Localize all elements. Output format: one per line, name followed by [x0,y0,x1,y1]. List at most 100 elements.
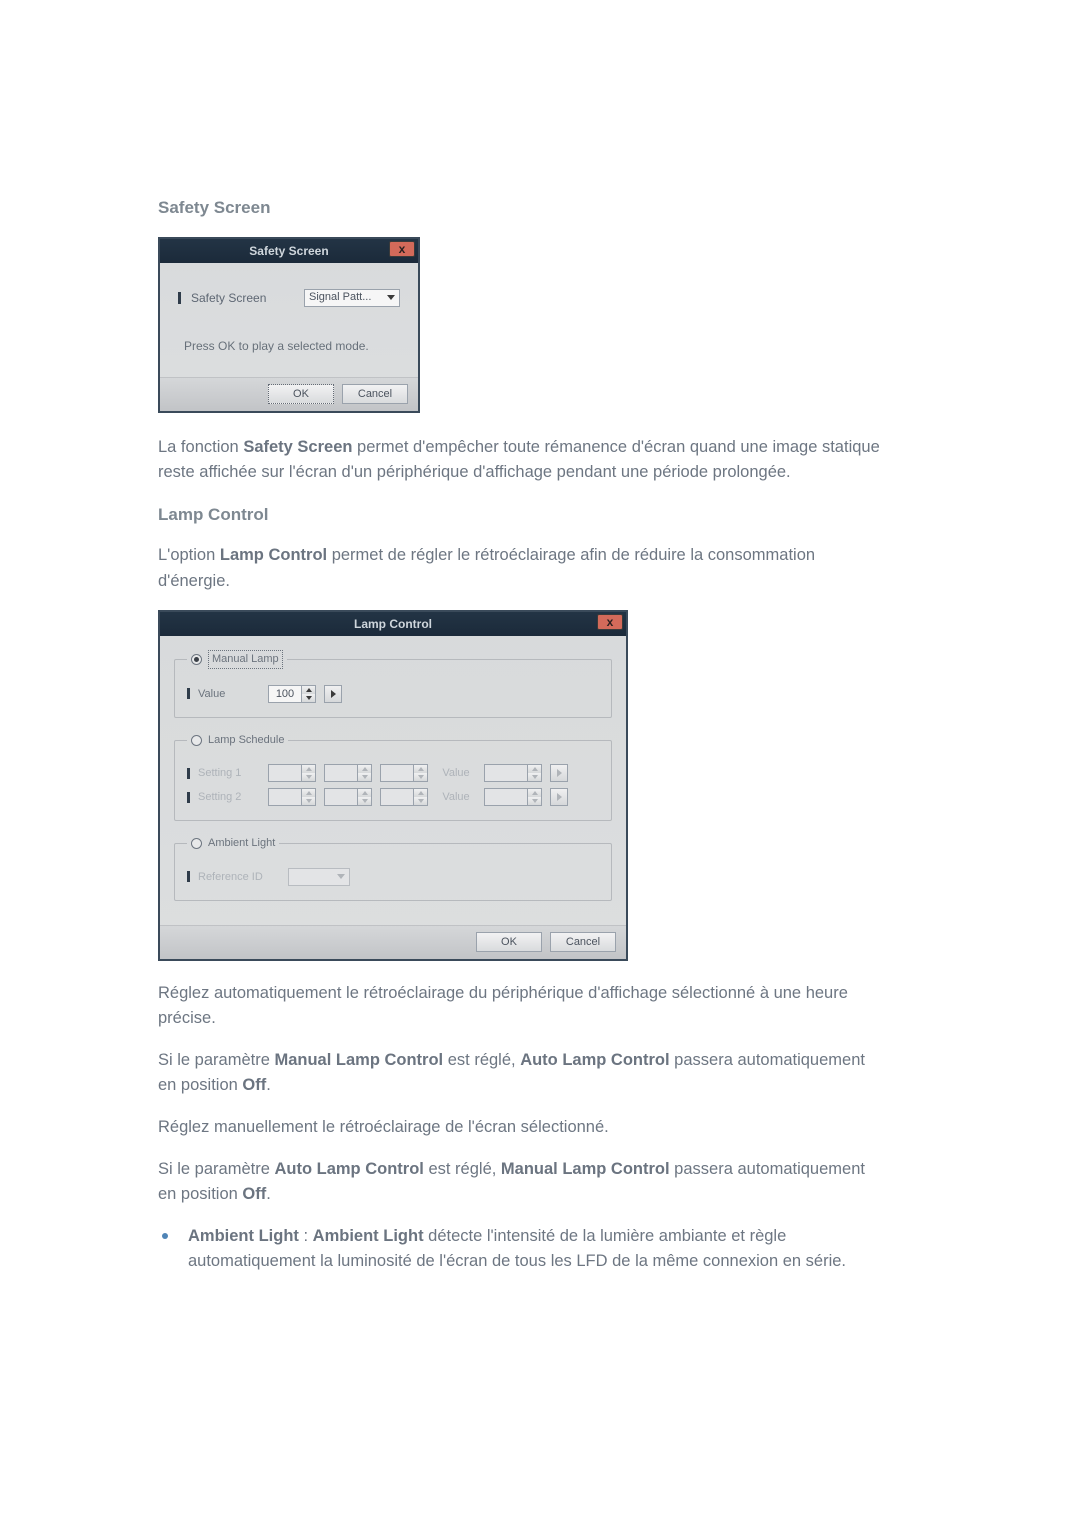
lamp-control-dialog: Lamp Control x Manual Lamp Value 100 [158,610,628,961]
safety-screen-dialog: Safety Screen x Safety Screen Signal Pat… [158,237,420,413]
slider-open-button [550,788,568,806]
lamp-control-heading: Lamp Control [158,502,880,528]
dialog-footer: OK Cancel [160,925,626,959]
stepper-arrows[interactable] [301,686,315,702]
legend-label: Ambient Light [208,835,275,852]
dialog-title: Lamp Control [354,615,432,633]
stepper-value: 100 [269,686,301,702]
chevron-down-icon [306,696,312,700]
text-bold: Manual Lamp Control [501,1160,670,1178]
lamp-schedule-group: Lamp Schedule Setting 1 Value Setting 2 [174,732,612,822]
text-bold: Ambient Light [188,1227,299,1245]
reference-id-label: Reference ID [198,869,280,886]
dialog-title: Safety Screen [249,242,328,260]
text-bold: Manual Lamp Control [274,1051,443,1069]
value-word: Value [436,765,476,782]
reference-id-select [288,868,350,886]
text-bold: Lamp Control [220,546,327,564]
radio-icon[interactable] [191,654,202,665]
select-value: Signal Patt... [309,289,371,306]
text-bold: Auto Lamp Control [274,1160,423,1178]
paragraph: Réglez manuellement le rétroéclairage de… [158,1115,880,1141]
minute-stepper [324,764,372,782]
schedule-setting1-row: Setting 1 Value [187,764,599,782]
ambient-light-legend[interactable]: Ambient Light [187,835,279,852]
lamp-control-intro: L'option Lamp Control permet de régler l… [158,543,880,594]
paragraph: Réglez automatiquement le rétroéclairage… [158,981,880,1032]
row-marker-icon [187,768,190,779]
hour-stepper [268,788,316,806]
paragraph: Si le paramètre Manual Lamp Control est … [158,1048,880,1099]
value-stepper[interactable]: 100 [268,685,316,703]
chevron-down-icon [337,874,345,879]
text: est réglé, [443,1051,520,1069]
text: : [299,1227,313,1245]
chevron-up-icon [306,688,312,692]
cancel-button[interactable]: Cancel [342,384,408,404]
safety-screen-description: La fonction Safety Screen permet d'empêc… [158,435,880,486]
text: La fonction [158,438,243,456]
close-icon[interactable]: x [597,614,623,630]
dialog-hint-text: Press OK to play a selected mode. [184,337,400,355]
text: . [266,1076,271,1094]
schedule-setting2-row: Setting 2 Value [187,788,599,806]
text-bold: Off [242,1185,266,1203]
text-bold: Ambient Light [313,1227,424,1245]
text-bold: Off [242,1076,266,1094]
dialog-body: Manual Lamp Value 100 [160,636,626,925]
text: est réglé, [424,1160,501,1178]
bullet-list: Ambient Light : Ambient Light détecte l'… [158,1224,880,1275]
dialog-body: Safety Screen Signal Patt... Press OK to… [160,263,418,377]
hour-stepper [268,764,316,782]
row-marker-icon [187,792,190,803]
text-bold: Auto Lamp Control [520,1051,669,1069]
bullet-icon [162,1233,168,1239]
row-marker-icon [178,292,181,304]
document-page: Safety Screen Safety Screen x Safety Scr… [0,0,930,1335]
manual-lamp-group: Manual Lamp Value 100 [174,650,612,718]
text: Si le paramètre [158,1051,274,1069]
cancel-button[interactable]: Cancel [550,932,616,952]
radio-icon[interactable] [191,735,202,746]
text: L'option [158,546,220,564]
ok-button[interactable]: OK [268,384,334,404]
slider-open-button [550,764,568,782]
slider-open-button[interactable] [324,685,342,703]
text: . [266,1185,271,1203]
ampm-stepper [380,788,428,806]
manual-lamp-legend[interactable]: Manual Lamp [187,650,287,669]
paragraph: Si le paramètre Auto Lamp Control est ré… [158,1157,880,1208]
manual-value-row: Value 100 [187,685,599,703]
value-word: Value [436,789,476,806]
chevron-right-icon [331,690,336,698]
row-marker-icon [187,688,190,699]
signal-pattern-select[interactable]: Signal Patt... [304,289,400,307]
setting2-label: Setting 2 [198,789,260,806]
legend-label: Manual Lamp [208,650,283,669]
dialog-footer: OK Cancel [160,377,418,411]
text-bold: Safety Screen [243,438,352,456]
dialog-titlebar: Lamp Control x [160,612,626,636]
legend-label: Lamp Schedule [208,732,284,749]
safety-screen-heading: Safety Screen [158,195,880,221]
list-item: Ambient Light : Ambient Light détecte l'… [158,1224,880,1275]
list-item-body: Ambient Light : Ambient Light détecte l'… [188,1224,880,1275]
value-stepper [484,788,542,806]
chevron-down-icon [387,295,395,300]
value-stepper [484,764,542,782]
minute-stepper [324,788,372,806]
safety-screen-field-label: Safety Screen [191,289,266,307]
setting1-label: Setting 1 [198,765,260,782]
dialog-titlebar: Safety Screen x [160,239,418,263]
close-icon[interactable]: x [389,241,415,257]
ok-button[interactable]: OK [476,932,542,952]
ampm-stepper [380,764,428,782]
reference-id-row: Reference ID [187,868,599,886]
text: Si le paramètre [158,1160,274,1178]
row-marker-icon [187,871,190,882]
value-label: Value [198,686,260,703]
safety-screen-row: Safety Screen Signal Patt... [178,289,400,307]
lamp-schedule-legend[interactable]: Lamp Schedule [187,732,288,749]
radio-icon[interactable] [191,838,202,849]
ambient-light-group: Ambient Light Reference ID [174,835,612,901]
